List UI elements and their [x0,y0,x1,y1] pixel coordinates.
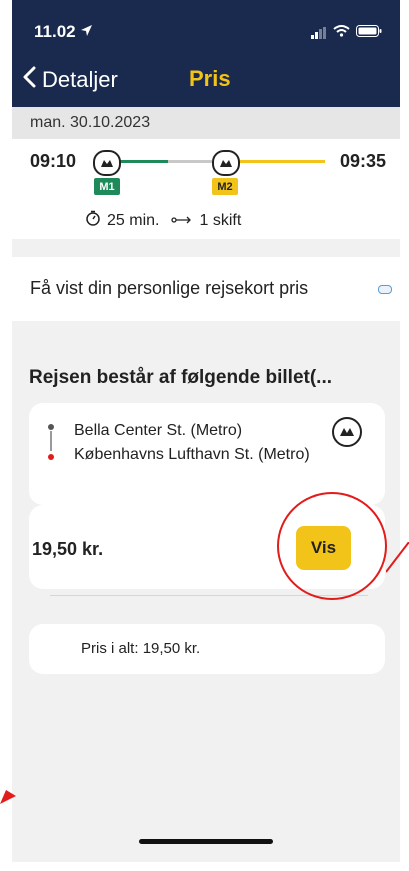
annotation-arrow-line [386,542,409,573]
promo-text: Få vist din personlige rejsekort pris [30,278,309,298]
metro-icon [332,417,362,447]
metro-icon [93,150,121,176]
ticket-section-title: Rejsen består af følgende billet(... [29,367,333,388]
ticket-price: 19,50 kr. [32,539,104,559]
route-card: Bella Center St. (Metro) Københavns Luft… [29,403,385,505]
line-badge-m2: M2 [212,178,238,195]
total-label: Pris i alt: [81,640,139,657]
home-indicator [139,839,273,844]
trip-date: man. 30.10.2023 [30,114,151,131]
annotation-arrow-icon [0,790,16,804]
status-icons [311,24,382,42]
metro-icon [212,150,240,176]
toggle-icon[interactable] [378,285,392,294]
phone-screen: 11.02 Detaljer Pris man. 30.10.2023 09:1… [12,0,400,862]
line-badge-m1: M1 [94,178,120,195]
battery-icon [356,24,382,42]
route-line-icon [48,424,54,460]
transfer-segment [168,160,212,163]
trip-summary: 25 min. 1 skift [85,210,241,231]
from-stop: Bella Center St. (Metro) [74,422,243,439]
to-stop: Københavns Lufthavn St. (Metro) [74,446,310,463]
total-value: 19,50 kr. [142,640,201,657]
cellular-signal-icon [311,27,327,39]
total-text: Pris i alt: 19,50 kr. [81,640,200,657]
back-button[interactable]: Detaljer [22,66,118,94]
total-card: Pris i alt: 19,50 kr. [29,624,385,674]
location-arrow-icon [80,22,93,41]
departure-time: 09:10 [30,151,77,171]
changes-text: 1 skift [199,211,242,229]
rejsekort-promo[interactable]: Få vist din personlige rejsekort pris [12,257,400,321]
status-bar-time: 11.02 [34,22,93,42]
m1-line-segment [119,160,168,163]
annotation-circle [277,492,387,600]
duration-text: 25 min. [107,211,160,229]
page-title: Pris [189,66,231,91]
back-label: Detaljer [42,67,118,92]
m2-line-segment [239,160,325,163]
transfer-icon [171,212,193,230]
app-header: 11.02 Detaljer Pris [12,0,400,107]
clock-text: 11.02 [34,22,76,41]
stopwatch-icon [85,210,101,231]
date-bar: man. 30.10.2023 [12,107,400,139]
arrival-time: 09:35 [340,151,387,171]
wifi-icon [333,24,350,42]
chevron-left-icon [22,66,36,94]
